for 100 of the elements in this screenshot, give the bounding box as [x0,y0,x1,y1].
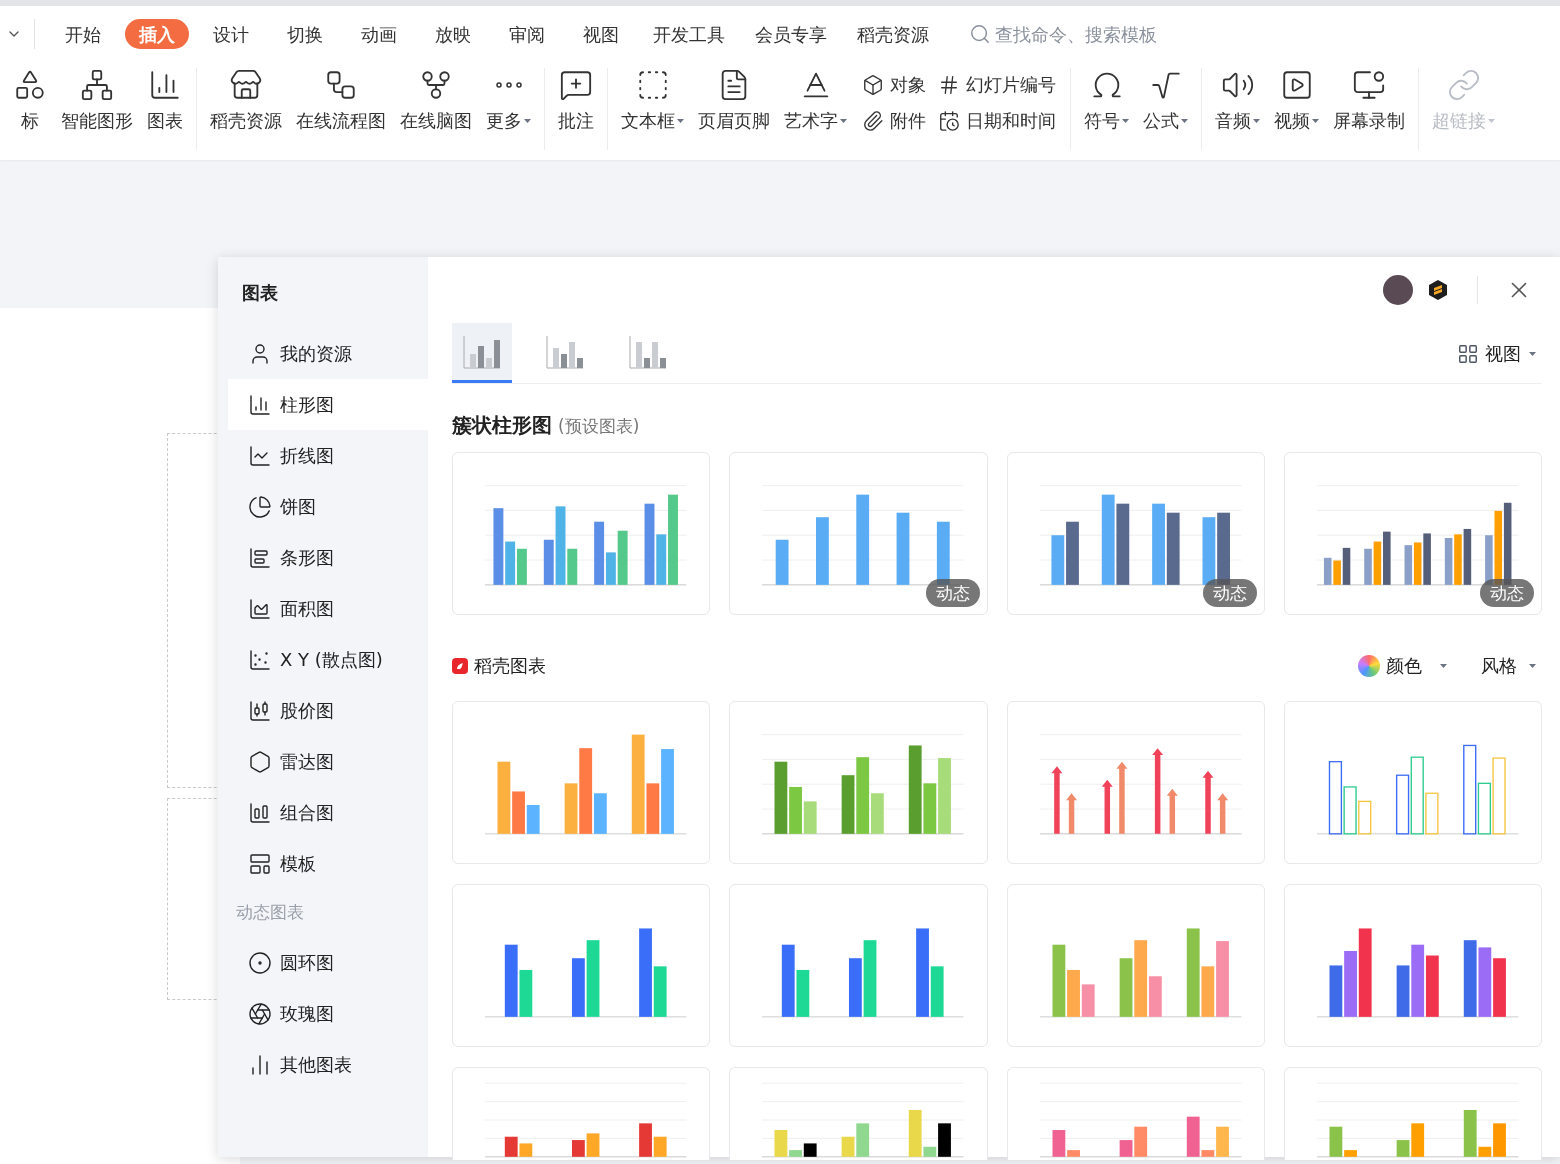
ribbon-button[interactable]: 对象 [862,74,926,96]
column-chart-icon [628,333,668,370]
view-button[interactable]: 视图 [1457,340,1536,367]
caret-icon [1122,119,1129,123]
cube-icon [862,74,884,96]
search-icon [969,23,991,45]
caret-icon [524,119,531,123]
shapes-icon [13,68,47,102]
column-chart-icon [248,392,272,417]
chart-type-tab[interactable] [452,323,512,383]
ribbon-button[interactable]: 稻壳资源 [203,68,289,130]
sidebar-item[interactable]: 组合图 [228,787,428,838]
ribbon-tab[interactable]: 开发工具 [643,19,735,49]
grid-icon [1457,342,1479,365]
caret-icon [1440,663,1447,668]
ribbon-tab[interactable]: 放映 [421,19,485,49]
sidebar-item[interactable]: 饼图 [228,481,428,532]
mind-map-icon [419,68,453,102]
more-icon [495,82,522,88]
candlestick-icon [248,698,272,723]
sidebar-item[interactable]: 柱形图 [228,379,428,430]
caret-icon [1529,663,1536,668]
chart-template-card[interactable]: 动态 [1283,452,1542,615]
ribbon-button[interactable]: 图表 [140,68,190,130]
section-heading: 稻壳图表 [474,654,546,678]
ribbon-tab[interactable]: 会员专享 [745,19,837,49]
ribbon-button[interactable]: 页眉页脚 [691,68,777,130]
column-chart-icon [545,333,585,370]
ribbon-tab[interactable]: 开始 [51,19,115,49]
paperclip-icon [862,110,884,132]
caret-icon [1529,351,1536,356]
store-icon [229,68,263,102]
ribbon-button[interactable]: 在线脑图 [393,68,479,130]
section-subtitle: (预设图表) [558,415,640,438]
docer-logo-icon [452,657,468,674]
aperture-icon [248,1001,272,1026]
pie-chart-icon [248,494,272,519]
sidebar-item[interactable]: 其他图表 [228,1039,428,1090]
chart-template-card[interactable]: 动态 [729,452,988,615]
dynamic-badge: 动态 [1480,579,1534,607]
scatter-chart-icon [248,647,272,672]
ribbon-button[interactable]: 文本框 [614,68,691,130]
ribbon-tab[interactable]: 动画 [347,19,411,49]
color-filter[interactable]: 颜色 [1358,652,1447,679]
ribbon-button[interactable]: 公式 [1136,68,1195,130]
ribbon-button[interactable]: 智能图形 [54,68,140,130]
ribbon-button[interactable]: 标 [6,68,54,130]
calendar-clock-icon [938,110,960,132]
ribbon-button[interactable]: 艺术字 [777,68,854,130]
ribbon-tab[interactable]: 审阅 [495,19,559,49]
sidebar-item[interactable]: 玫瑰图 [228,988,428,1039]
ribbon-button[interactable]: 屏幕录制 [1326,68,1412,130]
ribbon-button[interactable]: 音频 [1208,68,1267,130]
caret-icon [1312,119,1319,123]
caret-icon [1181,119,1188,123]
search-field[interactable]: 查找命令、搜索模板 [969,20,1195,48]
chart-template-card[interactable] [729,1067,988,1160]
avatar[interactable] [1383,275,1413,305]
hexagon-icon [248,749,272,774]
ribbon-tab[interactable]: 设计 [199,19,263,49]
sidebar-item[interactable]: 折线图 [228,430,428,481]
ribbon-button[interactable]: 视频 [1267,68,1326,130]
comment-plus-icon [559,68,593,102]
network-icon [80,68,114,102]
hexagon-badge-icon [1427,279,1449,301]
sidebar-item[interactable]: 模板 [228,838,428,889]
sidebar-item[interactable]: 股价图 [228,685,428,736]
caret-icon [677,119,684,123]
ribbon-tab[interactable]: 稻壳资源 [847,19,939,49]
monitor-record-icon [1352,68,1386,102]
ribbon-tab[interactable]: 切换 [273,19,337,49]
dynamic-badge: 动态 [1202,579,1257,607]
section-heading: 簇状柱形图 [452,412,552,439]
flowchart-icon [324,68,358,102]
chart-template-card[interactable]: 动态 [1006,452,1265,615]
link-icon [1446,68,1481,102]
ribbon-button[interactable]: 符号 [1077,68,1136,130]
section-label: 动态图表 [235,901,305,925]
ribbon-button[interactable]: 附件 [862,110,926,132]
caret-icon [1253,119,1260,123]
style-filter[interactable]: 风格 [1481,652,1536,679]
caret-icon [840,119,847,123]
ribbon-button[interactable]: 幻灯片编号 [938,74,1056,96]
sidebar-item[interactable]: 圆环图 [228,937,428,988]
ribbon-button[interactable]: 更多 [479,68,538,130]
ribbon-button[interactable]: 在线流程图 [289,68,393,130]
column-chart-icon [462,333,502,370]
sidebar-item[interactable]: 雷达图 [228,736,428,787]
sidebar-item[interactable]: 面积图 [228,583,428,634]
ribbon-tab[interactable]: 视图 [569,19,633,49]
ribbon-button[interactable]: 批注 [551,68,601,130]
sidebar-item[interactable]: X Y (散点图) [228,634,428,685]
ribbon-button[interactable]: 日期和时间 [938,110,1056,132]
sidebar-item[interactable]: 条形图 [228,532,428,583]
caret-icon [1488,119,1495,123]
sidebar-item[interactable]: 我的资源 [228,328,428,379]
line-chart-icon [248,443,272,468]
template-icon [248,851,272,876]
area-chart-icon [248,596,272,621]
color-wheel-icon [1358,654,1380,677]
